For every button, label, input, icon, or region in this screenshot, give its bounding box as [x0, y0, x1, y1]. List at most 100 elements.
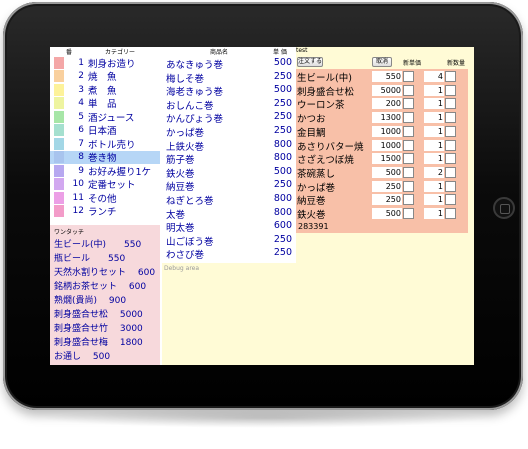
new-qty-input[interactable]	[445, 208, 456, 219]
menu-item-price: 250	[273, 97, 292, 109]
order-row[interactable]: 生ビール(中) 550 4	[296, 70, 468, 84]
order-item-qty: 4	[424, 71, 444, 82]
new-price-input[interactable]	[403, 208, 414, 219]
new-price-input[interactable]	[403, 194, 414, 206]
category-number: 10	[72, 179, 84, 189]
place-order-button[interactable]: 注文する	[297, 57, 323, 67]
category-item[interactable]: 12 ランチ	[50, 205, 160, 218]
onetouch-item[interactable]: お通し 500	[54, 349, 110, 362]
new-qty-input[interactable]	[445, 71, 456, 82]
menu-item[interactable]: わさび巻 250	[166, 247, 292, 261]
order-row[interactable]: 鉄火巻 500 1	[296, 207, 468, 221]
onetouch-item[interactable]: 刺身盛合せ梅 1800	[54, 335, 143, 348]
category-item[interactable]: 7 ボトル売り	[50, 137, 160, 151]
onetouch-header: ワンタッチ	[54, 229, 85, 236]
menu-item[interactable]: 納豆巻 250	[166, 179, 292, 193]
menu-item[interactable]: 上鉄火巻 800	[166, 139, 292, 153]
category-item[interactable]: 5 酒ジュース	[50, 110, 160, 124]
category-color-swatch	[54, 191, 64, 204]
category-number: 8	[78, 152, 84, 162]
new-price-input[interactable]	[403, 112, 414, 124]
menu-item-name: 筋子巻	[166, 155, 195, 167]
order-row[interactable]: 納豆巻 250 1	[296, 193, 468, 207]
new-price-input[interactable]	[403, 166, 414, 178]
order-row[interactable]: さざえつぼ焼 1500 1	[296, 152, 468, 167]
category-item[interactable]: 6 日本酒	[50, 124, 160, 137]
menu-item[interactable]: 山ごぼう巻 250	[166, 234, 292, 248]
category-item[interactable]: 3 煮 魚	[50, 83, 160, 97]
category-number: 9	[78, 165, 84, 176]
cancel-button[interactable]: 取消	[372, 57, 392, 67]
menu-item[interactable]: 明太巻 600	[166, 220, 292, 234]
category-number: 12	[72, 206, 84, 216]
new-qty-input[interactable]	[445, 112, 456, 124]
menu-item[interactable]: おしんこ巻 250	[166, 97, 292, 112]
new-qty-header: 新数量	[447, 60, 466, 67]
new-price-input[interactable]	[403, 71, 414, 82]
menu-item[interactable]: 鉄火巻 500	[166, 166, 292, 180]
order-item-qty: 1	[424, 139, 444, 151]
order-item-name: さざえつぼ焼	[297, 155, 354, 167]
new-qty-input[interactable]	[445, 180, 456, 192]
new-qty-input[interactable]	[445, 125, 456, 137]
order-row[interactable]: 茶碗蒸し 500 2	[296, 166, 468, 180]
onetouch-item[interactable]: 瓶ビール 550	[54, 251, 125, 264]
menu-item[interactable]: ねぎとろ巻 800	[166, 193, 292, 207]
category-item[interactable]: 2 焼 魚	[50, 70, 160, 83]
new-qty-input[interactable]	[445, 194, 456, 206]
category-item[interactable]: 11 その他	[50, 191, 160, 205]
new-qty-input[interactable]	[445, 84, 456, 96]
category-item[interactable]: 1 刺身お造り	[50, 56, 160, 70]
test-label: test	[296, 47, 308, 54]
menu-item[interactable]: かっぱ巻 250	[166, 125, 292, 139]
order-item-price: 200	[372, 98, 402, 110]
order-item-price: 250	[372, 180, 402, 192]
order-row[interactable]: 金目鯛 1000 1	[296, 125, 468, 139]
new-qty-input[interactable]	[445, 153, 456, 165]
category-number: 6	[78, 125, 84, 135]
new-price-input[interactable]	[403, 98, 414, 110]
onetouch-item[interactable]: 刺身盛合せ竹 3000	[54, 321, 143, 334]
home-button[interactable]	[493, 197, 515, 219]
menu-item[interactable]: 梅しそ巻 250	[166, 71, 292, 85]
order-row[interactable]: かっぱ巻 250 1	[296, 180, 468, 194]
onetouch-item[interactable]: 銘柄お茶セット 600	[54, 279, 146, 292]
new-price-input[interactable]	[403, 84, 414, 96]
new-price-input[interactable]	[403, 153, 414, 165]
item-panel-filler	[162, 263, 296, 365]
order-item-price: 500	[372, 166, 402, 178]
category-item[interactable]: 8 巻き物	[50, 150, 160, 164]
new-qty-input[interactable]	[445, 166, 456, 178]
new-price-input[interactable]	[403, 125, 414, 137]
new-price-input[interactable]	[403, 180, 414, 192]
menu-item-price: 250	[273, 179, 292, 191]
order-item-qty: 1	[424, 98, 444, 110]
menu-item[interactable]: 太巻 800	[166, 207, 292, 221]
order-item-name: 金目鯛	[297, 127, 326, 139]
order-item-price: 1000	[372, 125, 402, 137]
order-row[interactable]: 刺身盛合せ松 5000 1	[296, 84, 468, 98]
menu-item-name: 山ごぼう巻	[166, 236, 214, 248]
menu-item[interactable]: かんぴょう巻 250	[166, 111, 292, 125]
menu-item[interactable]: あなきゅう巻 500	[166, 57, 292, 71]
onetouch-item[interactable]: 刺身盛合せ松 5000	[54, 307, 143, 320]
menu-item-name: かっぱ巻	[166, 128, 205, 139]
category-color-swatch	[54, 137, 64, 150]
onetouch-item[interactable]: 生ビール(中) 550	[54, 237, 141, 250]
onetouch-item[interactable]: 熟燗(貴尚) 900	[54, 293, 126, 306]
new-qty-input[interactable]	[445, 98, 456, 110]
category-item[interactable]: 4 単 品	[50, 97, 160, 110]
category-number: 3	[78, 84, 84, 95]
category-item[interactable]: 10 定番セット	[50, 178, 160, 191]
order-row[interactable]: あさりバター焼 1000 1	[296, 139, 468, 153]
order-row[interactable]: かつお 1300 1	[296, 111, 468, 125]
new-price-input[interactable]	[403, 139, 414, 151]
menu-item-price: 500	[273, 57, 292, 68]
category-label: 酒ジュース	[88, 112, 135, 124]
new-qty-input[interactable]	[445, 139, 456, 151]
order-row[interactable]: ウーロン茶 200 1	[296, 97, 468, 111]
menu-item[interactable]: 海老きゅう巻 500	[166, 84, 292, 98]
menu-item[interactable]: 筋子巻 800	[166, 152, 292, 167]
category-item[interactable]: 9 お好み握り1ケ	[50, 164, 160, 178]
onetouch-item[interactable]: 天然水割りセット 600	[54, 265, 155, 278]
